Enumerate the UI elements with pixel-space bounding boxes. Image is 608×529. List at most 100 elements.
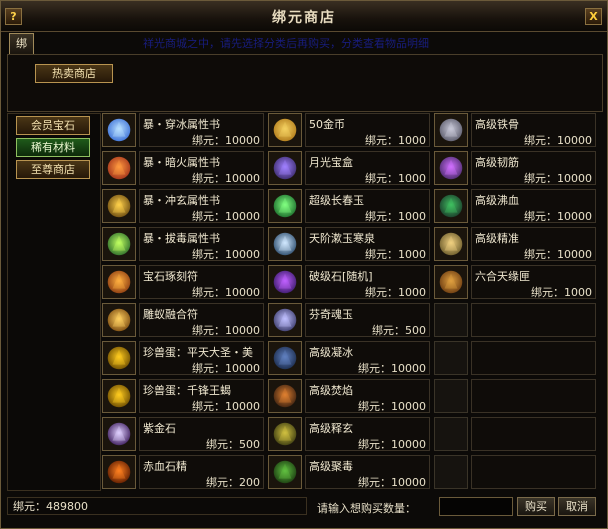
item-cell[interactable]: 暴・暗火属性书 绑元：10000 xyxy=(102,151,264,187)
item-cell[interactable]: 芬奇魂玉 绑元：500 xyxy=(268,303,430,339)
item-info[interactable]: 高级精准 绑元：10000 xyxy=(471,227,596,261)
item-info[interactable]: 天阶漱玉寒泉 绑元：1000 xyxy=(305,227,430,261)
item-info[interactable] xyxy=(471,417,596,451)
purple-gold-stone-icon[interactable] xyxy=(102,417,136,451)
empty-slot-icon[interactable] xyxy=(434,341,468,375)
jade-icon[interactable] xyxy=(268,189,302,223)
item-info[interactable]: 月光宝盒 绑元：1000 xyxy=(305,151,430,185)
category-supreme-shop-button[interactable]: 至尊商店 xyxy=(16,160,90,179)
item-cell[interactable]: 紫金石 绑元：500 xyxy=(102,417,264,453)
item-info[interactable]: 高级铁骨 绑元：10000 xyxy=(471,113,596,147)
cancel-button[interactable]: 取消 xyxy=(558,497,596,516)
item-info[interactable]: 高级凝冰 绑元：10000 xyxy=(305,341,430,375)
item-info[interactable]: 50金币 绑元：1000 xyxy=(305,113,430,147)
empty-slot-icon[interactable] xyxy=(434,303,468,337)
item-cell[interactable]: 六合天缘匣 绑元：1000 xyxy=(434,265,596,301)
book-dark-fire-icon[interactable] xyxy=(102,151,136,185)
item-cell[interactable]: 宝石琢刻符 绑元：10000 xyxy=(102,265,264,301)
quantity-input[interactable] xyxy=(439,497,513,516)
item-info[interactable]: 高级焚焰 绑元：10000 xyxy=(305,379,430,413)
tab-bind-yuanbao-shop[interactable]: 绑定元宝商店 xyxy=(9,33,34,150)
item-cell[interactable]: 破级石[随机] 绑元：1000 xyxy=(268,265,430,301)
item-cell[interactable]: 雕蚁融合符 绑元：10000 xyxy=(102,303,264,339)
item-info[interactable]: 超级长春玉 绑元：1000 xyxy=(305,189,430,223)
gem-carving-rune-icon[interactable] xyxy=(102,265,136,299)
item-info[interactable] xyxy=(471,341,596,375)
cold-spring-icon[interactable] xyxy=(268,227,302,261)
item-cell[interactable]: 高级凝冰 绑元：10000 xyxy=(268,341,430,377)
item-info[interactable]: 宝石琢刻符 绑元：10000 xyxy=(139,265,264,299)
item-info[interactable]: 六合天缘匣 绑元：1000 xyxy=(471,265,596,299)
empty-item-cell[interactable] xyxy=(434,417,596,453)
item-info[interactable] xyxy=(471,379,596,413)
item-info[interactable]: 高级沸血 绑元：10000 xyxy=(471,189,596,223)
crimson-stone-icon[interactable] xyxy=(102,455,136,489)
empty-slot-icon[interactable] xyxy=(434,379,468,413)
gold-coin-icon[interactable] xyxy=(268,113,302,147)
moonlight-box-icon[interactable] xyxy=(268,151,302,185)
close-icon[interactable]: X xyxy=(585,8,602,25)
gather-poison-icon[interactable] xyxy=(268,455,302,489)
item-info[interactable]: 高级韧筋 绑元：10000 xyxy=(471,151,596,185)
beast-egg-scorpion-icon[interactable] xyxy=(102,379,136,413)
item-cell[interactable]: 高级释玄 绑元：10000 xyxy=(268,417,430,453)
item-info[interactable]: 高级释玄 绑元：10000 xyxy=(305,417,430,451)
frost-icon[interactable] xyxy=(268,341,302,375)
item-info[interactable]: 雕蚁融合符 绑元：10000 xyxy=(139,303,264,337)
item-cell[interactable]: 珍兽蛋：平天大圣・美 绑元：10000 xyxy=(102,341,264,377)
precision-icon[interactable] xyxy=(434,227,468,261)
tendon-icon[interactable] xyxy=(434,151,468,185)
book-poison-icon[interactable] xyxy=(102,227,136,261)
soul-jade-icon[interactable] xyxy=(268,303,302,337)
item-info[interactable] xyxy=(471,455,596,489)
empty-item-cell[interactable] xyxy=(434,379,596,415)
break-stone-icon[interactable] xyxy=(268,265,302,299)
item-cell[interactable]: 赤血石精 绑元：200 xyxy=(102,455,264,491)
empty-item-cell[interactable] xyxy=(434,303,596,339)
item-cell[interactable]: 高级韧筋 绑元：10000 xyxy=(434,151,596,187)
boiling-blood-icon[interactable] xyxy=(434,189,468,223)
release-mystic-icon[interactable] xyxy=(268,417,302,451)
fusion-rune-icon[interactable] xyxy=(102,303,136,337)
item-cell[interactable]: 月光宝盒 绑元：1000 xyxy=(268,151,430,187)
item-cell[interactable]: 高级精准 绑元：10000 xyxy=(434,227,596,263)
item-cell[interactable]: 高级沸血 绑元：10000 xyxy=(434,189,596,225)
item-info[interactable]: 紫金石 绑元：500 xyxy=(139,417,264,451)
item-info[interactable]: 破级石[随机] 绑元：1000 xyxy=(305,265,430,299)
item-cell[interactable]: 暴・穿冰属性书 绑元：10000 xyxy=(102,113,264,149)
item-info[interactable]: 高级聚毒 绑元：10000 xyxy=(305,455,430,489)
item-info[interactable]: 珍兽蛋：千锋王蝎 绑元：10000 xyxy=(139,379,264,413)
item-info[interactable] xyxy=(471,303,596,337)
book-ice-icon[interactable] xyxy=(102,113,136,147)
category-rare-material-button[interactable]: 稀有材料 xyxy=(16,138,90,157)
treasure-chest-icon[interactable] xyxy=(434,265,468,299)
empty-slot-icon[interactable] xyxy=(434,417,468,451)
item-cell[interactable]: 高级聚毒 绑元：10000 xyxy=(268,455,430,491)
blaze-icon[interactable] xyxy=(268,379,302,413)
item-info[interactable]: 暴・穿冰属性书 绑元：10000 xyxy=(139,113,264,147)
item-info[interactable]: 珍兽蛋：平天大圣・美 绑元：10000 xyxy=(139,341,264,375)
empty-item-cell[interactable] xyxy=(434,455,596,491)
item-cell[interactable]: 高级焚焰 绑元：10000 xyxy=(268,379,430,415)
item-cell[interactable]: 暴・冲玄属性书 绑元：10000 xyxy=(102,189,264,225)
item-info[interactable]: 赤血石精 绑元：200 xyxy=(139,455,264,489)
item-info[interactable]: 暴・冲玄属性书 绑元：10000 xyxy=(139,189,264,223)
item-cell[interactable]: 珍兽蛋：千锋王蝎 绑元：10000 xyxy=(102,379,264,415)
item-info[interactable]: 暴・拔毒属性书 绑元：10000 xyxy=(139,227,264,261)
beast-egg-icon[interactable] xyxy=(102,341,136,375)
iron-bone-icon[interactable] xyxy=(434,113,468,147)
book-mystic-icon[interactable] xyxy=(102,189,136,223)
item-cell[interactable]: 50金币 绑元：1000 xyxy=(268,113,430,149)
item-info[interactable]: 芬奇魂玉 绑元：500 xyxy=(305,303,430,337)
item-info[interactable]: 暴・暗火属性书 绑元：10000 xyxy=(139,151,264,185)
item-cell[interactable]: 暴・拔毒属性书 绑元：10000 xyxy=(102,227,264,263)
hot-shop-button[interactable]: 热卖商店 xyxy=(35,64,113,83)
category-member-gem-button[interactable]: 会员宝石 xyxy=(16,116,90,135)
buy-button[interactable]: 购买 xyxy=(517,497,555,516)
item-cell[interactable]: 天阶漱玉寒泉 绑元：1000 xyxy=(268,227,430,263)
title-bar[interactable]: ? 绑元商店 X xyxy=(1,1,607,32)
empty-slot-icon[interactable] xyxy=(434,455,468,489)
item-cell[interactable]: 超级长春玉 绑元：1000 xyxy=(268,189,430,225)
item-cell[interactable]: 高级铁骨 绑元：10000 xyxy=(434,113,596,149)
empty-item-cell[interactable] xyxy=(434,341,596,377)
